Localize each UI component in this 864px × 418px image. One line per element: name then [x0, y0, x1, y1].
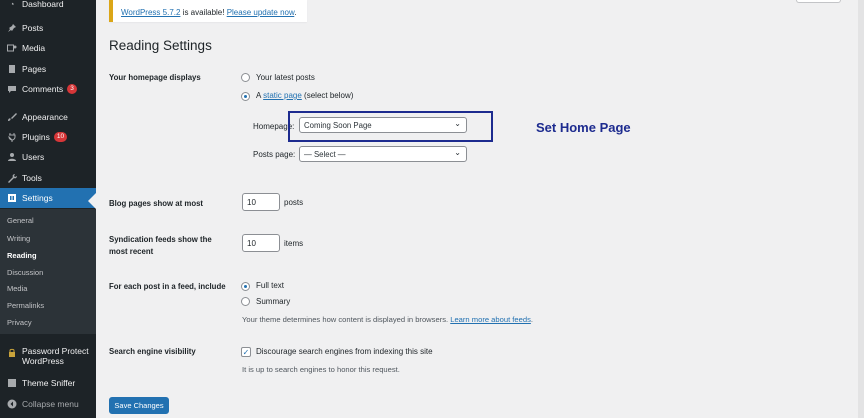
posts-page-select-value: — Select —: [304, 150, 346, 159]
sidebar-item-plugins[interactable]: Plugins 10: [0, 127, 96, 147]
submenu-item-privacy[interactable]: Privacy: [7, 318, 32, 327]
sidebar-item-settings[interactable]: Settings: [0, 188, 96, 208]
page-title: Reading Settings: [109, 38, 212, 53]
submenu-item-media[interactable]: Media: [7, 284, 27, 293]
sidebar-item-label: Settings: [22, 193, 53, 203]
full-text-radio[interactable]: [241, 282, 250, 291]
sidebar-item-appearance[interactable]: Appearance: [0, 107, 96, 127]
discourage-search-label[interactable]: Discourage search engines from indexing …: [256, 347, 433, 356]
plugins-count-badge: 10: [53, 132, 68, 142]
annotation-text: Set Home Page: [536, 120, 631, 135]
feed-desc-suffix: .: [530, 315, 533, 324]
gauge-icon: ◔: [9, 0, 15, 9]
sidebar-item-posts[interactable]: Posts: [0, 18, 96, 38]
update-notice: WordPress 5.7.2 is available! Please upd…: [109, 0, 307, 22]
submenu-item-writing[interactable]: Writing: [7, 234, 30, 243]
sidebar-item-media[interactable]: Media: [0, 38, 96, 58]
collapse-menu-button[interactable]: Collapse menu: [0, 394, 96, 414]
sidebar-item-label: Pages: [22, 64, 47, 74]
submenu-item-permalinks[interactable]: Permalinks: [7, 301, 44, 310]
syndication-label-line2: most recent: [109, 247, 154, 256]
sidebar-item-label: Plugins: [22, 132, 50, 142]
items-unit-label: items: [284, 239, 304, 248]
search-visibility-description: It is up to search engines to honor this…: [242, 365, 400, 374]
help-tab-button[interactable]: [796, 0, 841, 3]
syndication-label-line1: Syndication feeds show the: [109, 235, 212, 244]
sidebar-item-label: Tools: [22, 173, 42, 183]
blog-pages-label: Blog pages show at most: [109, 199, 204, 208]
posts-per-page-input[interactable]: 10: [242, 193, 280, 211]
sidebar-item-label-line1: Password Protect: [22, 346, 89, 356]
feed-content-label: For each post in a feed, include: [109, 282, 226, 291]
admin-sidebar: ◔ Dashboard Posts Media Pages Comments 3…: [0, 0, 96, 418]
lock-icon: [6, 347, 18, 359]
posts-page-select-label: Posts page:: [253, 150, 296, 159]
current-menu-arrow: [88, 193, 96, 209]
sidebar-item-password-protect[interactable]: Password Protect WordPress: [0, 346, 96, 372]
notice-text: is available!: [180, 8, 227, 17]
comments-count-badge: 3: [67, 84, 78, 94]
discourage-search-checkbox[interactable]: ✓: [241, 347, 251, 357]
annotation-highlight-box: [288, 111, 493, 142]
plug-icon: [6, 131, 18, 143]
wrench-icon: [6, 172, 18, 184]
pin-icon: [6, 22, 18, 34]
sidebar-item-dashboard[interactable]: ◔ Dashboard: [0, 0, 96, 14]
sidebar-item-label-line2: WordPress: [22, 356, 64, 366]
sidebar-item-label: Users: [22, 152, 45, 162]
submenu-item-discussion[interactable]: Discussion: [7, 268, 43, 277]
posts-page-select[interactable]: — Select — ⌄: [299, 146, 467, 162]
settings-icon: [6, 192, 18, 204]
sidebar-item-pages[interactable]: Pages: [0, 59, 96, 79]
wordpress-version-link[interactable]: WordPress 5.7.2: [121, 8, 180, 17]
sidebar-item-tools[interactable]: Tools: [0, 168, 96, 188]
sidebar-item-label: Posts: [22, 23, 44, 33]
update-now-link[interactable]: Please update now: [227, 8, 295, 17]
static-page-radio[interactable]: [241, 92, 250, 101]
sidebar-item-theme-sniffer[interactable]: Theme Sniffer: [0, 373, 96, 393]
sidebar-item-label: Collapse menu: [22, 399, 79, 409]
user-icon: [6, 151, 18, 163]
chevron-down-icon: ⌄: [454, 148, 461, 157]
sidebar-item-label: Theme Sniffer: [22, 378, 76, 388]
summary-radio[interactable]: [241, 297, 250, 306]
feed-items-input[interactable]: 10: [242, 234, 280, 252]
static-page-suffix: (select below): [301, 91, 354, 100]
submenu-item-reading[interactable]: Reading: [7, 251, 37, 260]
full-text-label[interactable]: Full text: [256, 281, 284, 290]
sniffer-icon: [6, 377, 18, 389]
comment-icon: [6, 83, 18, 95]
settings-submenu: General Writing Reading Discussion Media…: [0, 209, 96, 334]
save-changes-button[interactable]: Save Changes: [109, 397, 169, 414]
homepage-displays-label: Your homepage displays: [109, 73, 201, 82]
sidebar-item-label: Media: [22, 43, 46, 53]
scrollbar[interactable]: [858, 0, 864, 418]
submenu-item-general[interactable]: General: [7, 216, 34, 225]
syndication-label: Syndication feeds show the most recent: [109, 234, 212, 258]
static-page-link[interactable]: static page: [263, 91, 302, 100]
page-icon: [6, 63, 18, 75]
summary-label[interactable]: Summary: [256, 297, 290, 306]
sidebar-item-label: Dashboard: [22, 0, 64, 9]
learn-more-feeds-link[interactable]: Learn more about feeds: [450, 315, 531, 324]
latest-posts-radio[interactable]: [241, 73, 250, 82]
notice-text-suffix: .: [294, 8, 297, 17]
sidebar-item-comments[interactable]: Comments 3: [0, 79, 96, 99]
posts-unit-label: posts: [284, 198, 304, 207]
static-page-label[interactable]: A static page (select below): [256, 91, 353, 100]
feed-content-description: Your theme determines how content is dis…: [242, 315, 533, 324]
media-icon: [6, 42, 18, 54]
feed-desc-text: Your theme determines how content is dis…: [242, 315, 451, 324]
sidebar-item-label: Appearance: [22, 112, 68, 122]
brush-icon: [6, 111, 18, 123]
collapse-icon: [6, 398, 18, 410]
sidebar-item-label: Comments: [22, 84, 64, 94]
latest-posts-label[interactable]: Your latest posts: [256, 73, 315, 82]
search-visibility-label: Search engine visibility: [109, 347, 196, 356]
sidebar-item-users[interactable]: Users: [0, 147, 96, 167]
